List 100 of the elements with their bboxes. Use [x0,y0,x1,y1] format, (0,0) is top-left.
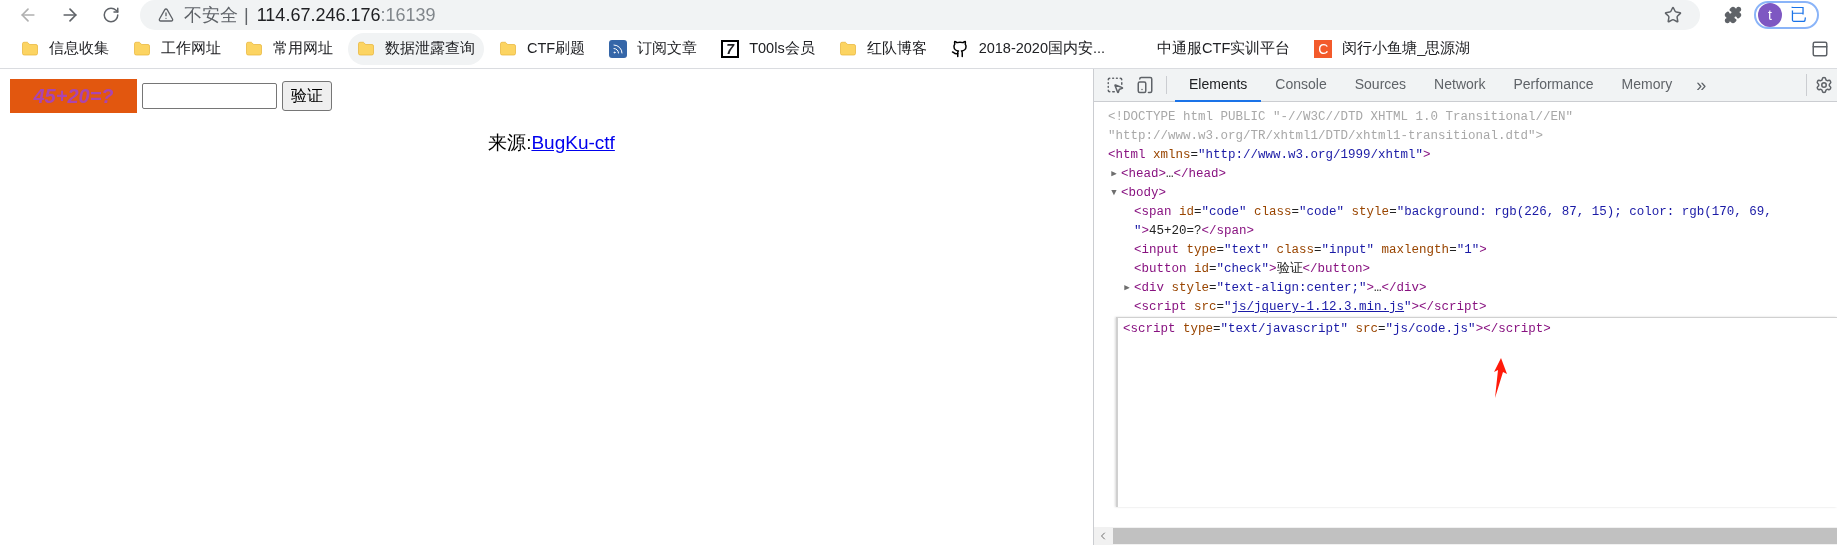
code-token: "background: rgb(226, 87, 15); color: rgb(170, 69, [1396,205,1772,219]
code-token: > [1141,224,1150,238]
tree-toggle[interactable]: ▼ [1111,189,1117,198]
doctype-text: "http://www.w3.org/TR/xhtml1/DTD/xhtml1-transitional.dtd"> [1108,128,1545,145]
rss-icon [609,40,628,58]
bookmark[interactable]: 红队博客 [829,33,936,65]
code-link[interactable]: js/jquery-1.12.3.min.js [1231,300,1405,314]
code-token: class [1275,243,1315,257]
more-tabs[interactable]: » [1696,71,1707,99]
devtools-tab[interactable]: Console [1261,68,1341,102]
source-link[interactable]: BugKu-ctf [531,132,615,153]
source-label: 来源: [488,132,532,153]
folder-icon [245,40,263,58]
bookmark[interactable]: 工作网址 [124,33,230,65]
code-token: "text-align:center;" [1216,281,1367,295]
seven-badge: 7 [721,40,740,58]
folder-icon [499,40,517,58]
reload-icon[interactable] [102,6,120,24]
bookmark[interactable]: 7 T00ls会员 [712,33,824,65]
code-token: ></script> [1411,300,1487,314]
code-token: "text/javascript" [1220,322,1349,336]
code-token: maxlength [1380,243,1450,257]
github-icon [950,40,969,58]
code-token: = [1389,205,1397,219]
answer-field[interactable] [142,83,277,109]
extensions-icon[interactable] [1724,6,1742,24]
code-token: > [1423,148,1431,162]
bookmark[interactable]: 信息收集 [12,33,118,65]
letter-badge: C [1314,40,1333,58]
profile-status: 已 [1790,4,1807,27]
bookmark[interactable]: 订阅文章 [600,33,707,65]
code-token: </span> [1201,224,1255,238]
code-token: "check" [1216,262,1270,276]
code-token: xmlns [1152,148,1191,162]
inspect-icon[interactable] [1106,76,1124,94]
separator: | [244,3,249,27]
bookmark[interactable]: 常用网址 [236,33,342,65]
code-token: = [1190,148,1199,162]
code-token: > [1479,243,1487,257]
code-token: style [1350,205,1390,219]
code-token: " [1224,300,1232,314]
folder-icon [357,40,375,58]
code-token: id [1178,205,1195,219]
code-token: type [1185,243,1217,257]
code-token: = [1209,281,1217,295]
bookmark-star-icon[interactable] [1664,6,1682,24]
code-token: <script [1123,322,1176,336]
code-token: src [1193,300,1217,314]
code-token: = [1314,243,1322,257]
verify-button[interactable]: 验证 [282,81,332,111]
warning-icon [158,7,174,23]
code-token: 验证 [1276,262,1303,276]
code-token: src [1354,322,1379,336]
settings-icon[interactable] [1815,76,1833,94]
folder-icon [21,40,39,58]
bookmark[interactable]: 中通服CTF实训平台 [1120,33,1300,65]
code-token: " [1134,224,1142,238]
code-token: = [1209,262,1217,276]
code-token: = [1291,205,1300,219]
devtools-tab[interactable]: Sources [1340,68,1421,102]
code-token: class [1253,205,1292,219]
code-token: = [1378,322,1386,336]
bookmark[interactable]: 数据泄露查询 [348,33,484,65]
bookmark[interactable]: 2018-2020国内安... [941,33,1115,65]
annotation-arrow [1492,358,1508,398]
code-token: <button [1134,262,1187,276]
tree-toggle[interactable]: ▶ [1124,284,1130,293]
bookmark[interactable]: CTF刷题 [490,33,595,65]
code-token: … [1374,281,1382,295]
horizontal-scrollbar[interactable] [1094,527,1837,545]
device-toolbar-icon[interactable] [1136,76,1154,94]
code-token: <head> [1121,167,1166,181]
url-port: :16139 [380,3,436,27]
code-token: = [1213,322,1221,336]
edit-html-box[interactable]: <script type="text/javascript" src="js/code.js"></script> [1116,317,1837,507]
code-token: "http://www.w3.org/1999/xhtml" [1198,148,1424,162]
devtools-tab[interactable]: Memory [1607,68,1687,102]
code-token: … [1166,167,1174,181]
code-token: = [1216,300,1225,314]
code-token: <html [1108,148,1146,162]
code-token: "input" [1321,243,1375,257]
devtools-tab[interactable]: Network [1420,68,1500,102]
code-token: <body> [1121,186,1166,200]
bookmark[interactable]: C 闵行小鱼塘_思源湖 [1305,33,1480,65]
devtools-tab[interactable]: Elements [1175,68,1262,102]
code-token: style [1170,281,1210,295]
code-token: = [1216,243,1225,257]
devtools-tab[interactable]: Performance [1499,68,1608,102]
folder-icon [133,40,151,58]
code-token: = [1194,205,1202,219]
code-token: ></script> [1475,322,1551,336]
code-token: <div [1134,281,1164,295]
tree-toggle[interactable]: ▶ [1111,170,1117,179]
address-bar[interactable]: 不安全 | 114.67.246.176:16139 [140,0,1700,30]
code-token: <input [1134,243,1179,257]
code-token: type [1182,322,1214,336]
profile-button[interactable]: t 已 [1754,1,1819,29]
code-token: "text" [1224,243,1270,257]
code-token: "code" [1299,205,1345,219]
reading-list-icon[interactable] [1811,40,1829,58]
